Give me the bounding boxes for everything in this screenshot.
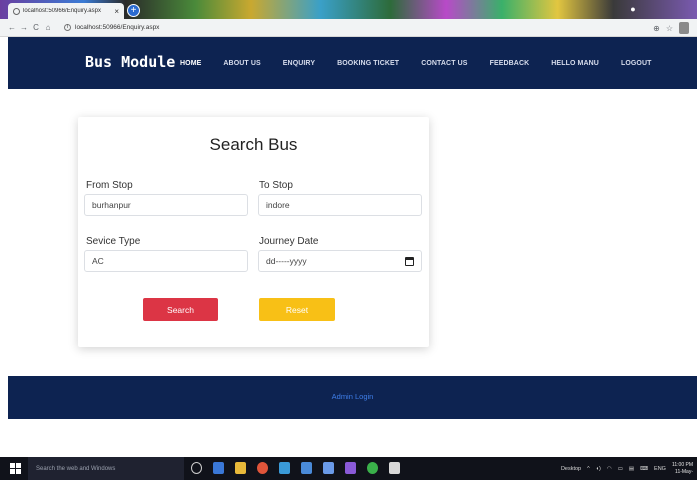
calendar-icon[interactable] <box>405 257 414 266</box>
service-type-label: Sevice Type <box>86 236 141 247</box>
journey-date-input[interactable]: dd-----yyyy <box>258 250 422 272</box>
desktop-label[interactable]: Desktop <box>561 466 581 472</box>
taskbar-search-input[interactable]: Search the web and Windows <box>28 457 184 480</box>
browser-tab[interactable]: localhost:50966/Enquiry.aspx × <box>8 3 124 19</box>
journey-date-value: dd-----yyyy <box>266 256 307 266</box>
main-nav: HOME ABOUT US ENQUIRY BOOKING TICKET CON… <box>180 37 673 89</box>
search-button[interactable]: Search <box>143 298 218 321</box>
app-icon-3[interactable] <box>389 462 400 474</box>
back-icon[interactable]: ← <box>6 23 18 32</box>
store-icon[interactable] <box>279 462 290 474</box>
keyboard-icon[interactable]: ⌨ <box>640 466 648 472</box>
windows-taskbar: Search the web and Windows Desktop ^ ◖) … <box>0 457 697 480</box>
language-indicator[interactable]: ENG <box>654 466 666 472</box>
address-bar-actions: ⊕ ☆ <box>653 22 689 34</box>
chrome-icon[interactable] <box>367 462 378 474</box>
network-icon[interactable]: ◠ <box>607 466 612 472</box>
task-view-icon[interactable] <box>191 462 202 474</box>
card-title: Search Bus <box>209 135 298 154</box>
notification-icon[interactable]: ▤ <box>629 466 634 472</box>
search-bus-card: Search Bus From Stop burhanpur To Stop i… <box>78 117 429 347</box>
nav-enquiry[interactable]: ENQUIRY <box>283 60 315 67</box>
taskbar-search-placeholder: Search the web and Windows <box>36 465 116 472</box>
new-tab-button[interactable]: + <box>127 4 140 17</box>
close-tab-icon[interactable]: × <box>114 7 119 16</box>
forward-icon[interactable]: → <box>18 23 30 32</box>
file-explorer-icon[interactable] <box>235 462 246 474</box>
address-bar: ← → C ⌂ i localhost:50966/Enquiry.aspx ⊕… <box>0 19 697 37</box>
home-icon[interactable]: ⌂ <box>42 23 54 32</box>
from-stop-input[interactable]: burhanpur <box>84 194 248 216</box>
journey-date-label: Journey Date <box>259 236 319 247</box>
globe-icon <box>13 7 20 15</box>
site-footer: Admin Login <box>8 376 697 419</box>
app-icon-1[interactable] <box>301 462 312 474</box>
clock-time: 11:00 PM <box>671 461 693 468</box>
brand-title[interactable]: Bus Module <box>85 53 175 71</box>
browser-app-icon[interactable] <box>257 462 268 474</box>
url-field[interactable]: i localhost:50966/Enquiry.aspx <box>64 24 159 31</box>
to-stop-label: To Stop <box>259 180 293 191</box>
visual-studio-icon[interactable] <box>345 462 356 474</box>
service-type-value: AC <box>92 256 104 266</box>
site-header: Bus Module HOME ABOUT US ENQUIRY BOOKING… <box>8 37 697 89</box>
tray-chevron-icon[interactable]: ^ <box>587 466 590 472</box>
info-icon: i <box>64 24 71 31</box>
from-stop-label: From Stop <box>86 180 133 191</box>
windows-start-icon[interactable] <box>10 463 21 474</box>
taskbar-apps <box>191 462 400 474</box>
battery-icon[interactable]: ▭ <box>618 466 623 472</box>
extension-icon[interactable] <box>679 22 689 34</box>
browser-tab-bar: localhost:50966/Enquiry.aspx × + ● <box>0 0 697 19</box>
url-text: localhost:50966/Enquiry.aspx <box>75 24 160 31</box>
to-stop-input[interactable]: indore <box>258 194 422 216</box>
tab-title: localhost:50966/Enquiry.aspx <box>23 8 101 14</box>
edge-icon[interactable] <box>213 462 224 474</box>
clock[interactable]: 11:00 PM 11-May- <box>672 462 693 476</box>
nav-contact-us[interactable]: CONTACT US <box>421 60 467 67</box>
from-stop-value: burhanpur <box>92 200 131 210</box>
service-type-input[interactable]: AC <box>84 250 248 272</box>
admin-login-link[interactable]: Admin Login <box>8 392 697 401</box>
zoom-icon[interactable]: ⊕ <box>653 24 660 33</box>
reset-button[interactable]: Reset <box>259 298 335 321</box>
bookmark-star-icon[interactable]: ☆ <box>666 24 673 33</box>
screen: localhost:50966/Enquiry.aspx × + ● ← → C… <box>0 0 697 480</box>
system-tray: Desktop ^ ◖) ◠ ▭ ▤ ⌨ ENG 11:00 PM 11-May… <box>561 457 693 480</box>
nav-feedback[interactable]: FEEDBACK <box>490 60 530 67</box>
to-stop-value: indore <box>266 200 290 210</box>
nav-booking-ticket[interactable]: BOOKING TICKET <box>337 60 399 67</box>
app-icon-2[interactable] <box>323 462 334 474</box>
nav-hello-user[interactable]: HELLO MANU <box>551 60 599 67</box>
nav-home[interactable]: HOME <box>180 60 201 67</box>
nav-logout[interactable]: LOGOUT <box>621 60 652 67</box>
volume-icon[interactable]: ◖) <box>596 466 601 472</box>
opera-icon[interactable]: ● <box>626 2 640 16</box>
clock-date: 11-May- <box>675 468 693 475</box>
reload-icon[interactable]: C <box>30 23 42 32</box>
nav-about-us[interactable]: ABOUT US <box>223 60 260 67</box>
